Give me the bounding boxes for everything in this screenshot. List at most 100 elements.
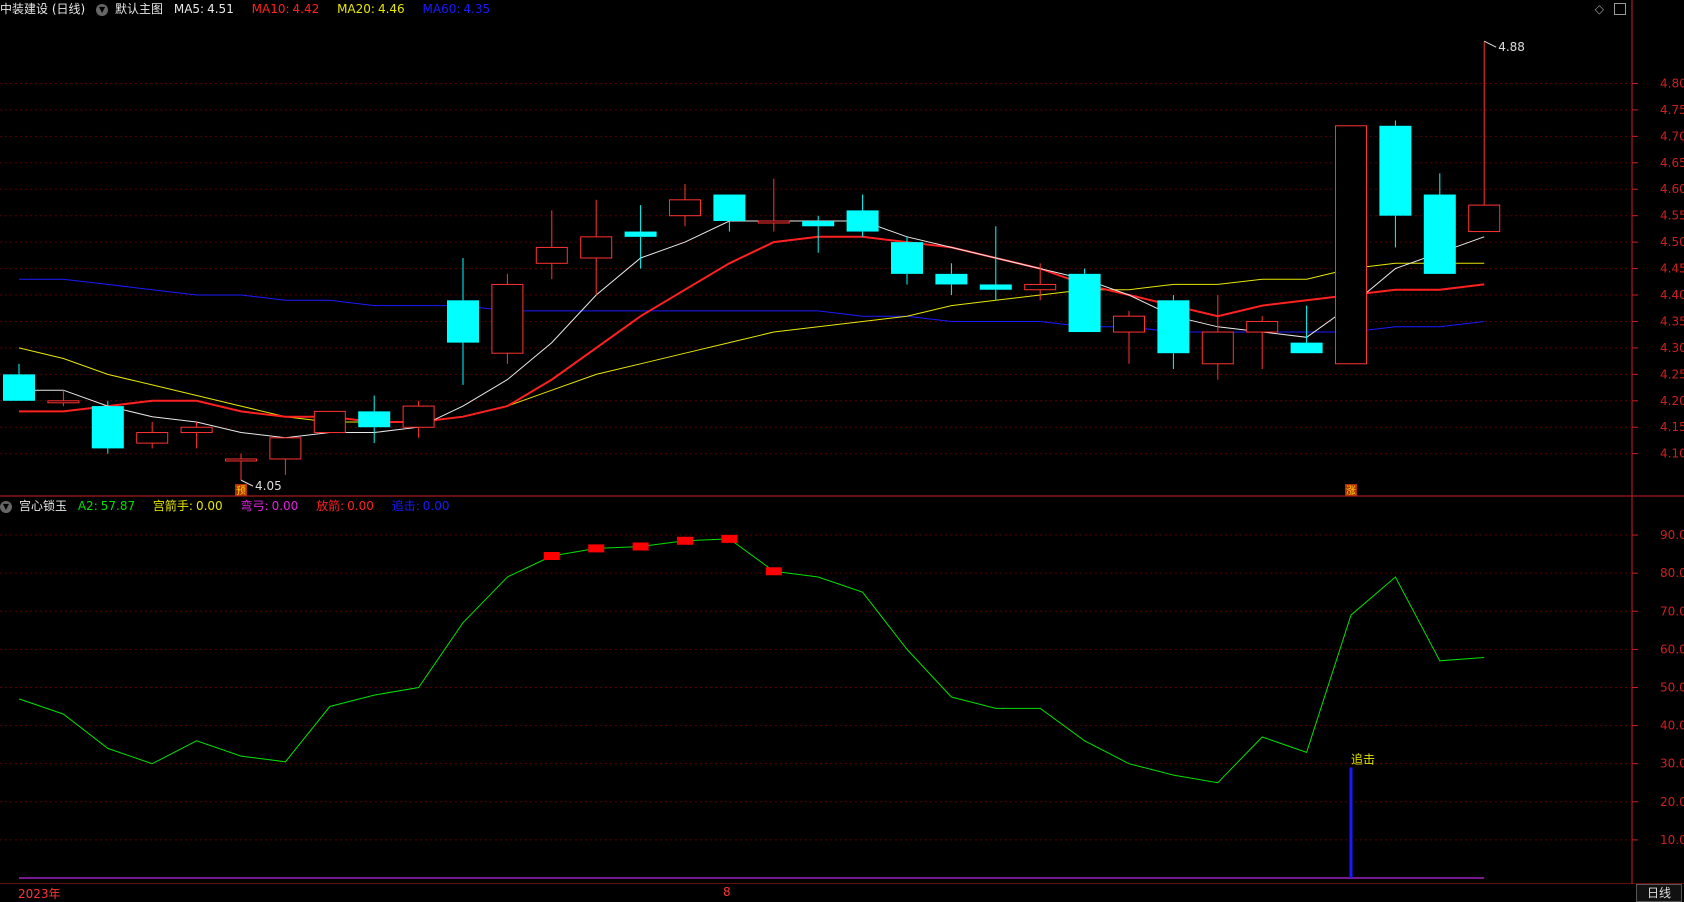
template-dropdown-icon[interactable]: ▼ [96, 3, 109, 16]
candle-body [358, 411, 391, 428]
candle-body [935, 273, 968, 285]
candle [313, 410, 346, 434]
signal-box [632, 542, 649, 551]
low-price-label: 4.05 [255, 479, 282, 493]
price-tick-label: 4.80 [1660, 76, 1684, 90]
signal-box [765, 567, 782, 576]
month-label: 8 [723, 885, 731, 899]
s2-label: 弯弓: [240, 499, 269, 513]
price-tick-label: 4.10 [1660, 447, 1684, 461]
indicator-tick-label: 90.00 [1660, 528, 1684, 542]
signal-box [677, 536, 693, 545]
candle-body [180, 426, 213, 434]
signal-box [588, 544, 605, 553]
candle-body [491, 283, 524, 354]
ma10-label: MA10: [251, 2, 290, 16]
indicator-header: ▼ 宫心锁玉 A2: 57.87 宫箭手: 0.00 弯弓: 0.00 放箭: 0.00 … [0, 497, 463, 515]
candle-body [313, 410, 346, 434]
year-label: 2023年 [18, 887, 61, 901]
time-axis: 2023年 8 [0, 884, 1684, 901]
candle-body [580, 236, 613, 259]
indicator-name[interactable]: 宫心锁玉 [19, 499, 67, 513]
ma60-label: MA60: [422, 2, 461, 16]
price-tick-label: 4.30 [1660, 341, 1684, 355]
ma20-value: 4.46 [377, 2, 405, 16]
candle-body [624, 231, 657, 237]
candle-body [447, 300, 479, 343]
price-tick-label: 4.55 [1660, 209, 1684, 223]
indicator-tick-label: 50.00 [1660, 680, 1684, 694]
candle-body [1379, 125, 1412, 216]
s4-label: 追击: [391, 499, 420, 513]
candle-body [136, 432, 169, 444]
s1-label: 宫箭手: [152, 499, 193, 513]
ma20-label: MA20: [337, 2, 375, 16]
s4-value: 0.00 [422, 499, 450, 513]
indicator-tick-label: 60.00 [1660, 642, 1684, 656]
s3-value: 0.00 [347, 499, 374, 513]
a2-label: A2: [77, 499, 98, 513]
ma5-label: MA5: [173, 2, 205, 16]
candle-body [269, 437, 302, 460]
candle-body [757, 220, 790, 224]
price-tick-label: 4.45 [1660, 262, 1684, 276]
candle-body [891, 242, 923, 274]
candle [1335, 125, 1367, 365]
price-tick-label: 4.65 [1660, 156, 1684, 170]
candle-body [979, 284, 1012, 290]
chase-bar-label: 追击 [1351, 751, 1375, 766]
price-tick-label: 4.75 [1660, 103, 1684, 117]
signal-marker-label: 预 [236, 485, 246, 497]
main-chart-header: 中装建设 (日线) ▼ 默认主图 MA5: 4.51 MA10: 4.42 MA20:… [0, 0, 504, 18]
price-tick-label: 4.50 [1660, 235, 1684, 249]
stock-title[interactable]: 中装建设 (日线) [0, 2, 85, 16]
indicator-tick-label: 30.00 [1660, 757, 1684, 771]
candle [491, 273, 524, 364]
background [0, 0, 1684, 900]
chart-canvas[interactable]: 4.80 4.75 4.70 4.65 4.60 4.55 4.50 4.45 4.40 4.35… [0, 0, 1684, 900]
candle-body [1068, 273, 1101, 333]
template-label[interactable]: 默认主图 [115, 2, 163, 16]
candle-body [1113, 315, 1145, 333]
candle-body [1423, 194, 1456, 274]
candle-body [535, 246, 568, 264]
candle-body [802, 220, 835, 227]
candle-body [1024, 283, 1057, 291]
candle [1068, 268, 1101, 333]
price-tick-label: 4.15 [1660, 420, 1684, 434]
candle-body [1290, 342, 1323, 354]
candle-body [669, 199, 701, 217]
candle-body [47, 400, 80, 404]
indicator-tick-label: 40.00 [1660, 719, 1684, 733]
candle-body [3, 374, 35, 401]
candle-body [1157, 300, 1190, 354]
ma60-value: 4.35 [463, 2, 491, 16]
candle-body [225, 458, 257, 462]
indicator-tick-label: 80.00 [1660, 566, 1684, 580]
candle-body [402, 405, 435, 428]
candle [91, 400, 124, 454]
s3-label: 放箭: [316, 499, 345, 513]
maximize-icon[interactable] [1614, 3, 1626, 15]
ma5-value: 4.51 [207, 2, 234, 16]
price-tick-label: 4.20 [1660, 394, 1684, 408]
s1-value: 0.00 [195, 499, 223, 513]
diamond-icon[interactable]: ◇ [1595, 2, 1604, 16]
indicator-dropdown-icon[interactable]: ▼ [0, 500, 12, 513]
period-button[interactable]: 日线 [1636, 884, 1682, 902]
candle-body [1246, 320, 1279, 333]
candle-body [1335, 125, 1367, 365]
price-tick-label: 4.60 [1660, 182, 1684, 196]
signal-marker-label: 涨 [1346, 485, 1356, 497]
price-tick-label: 4.40 [1660, 288, 1684, 302]
price-tick-label: 4.70 [1660, 129, 1684, 143]
candle-body [846, 210, 879, 232]
candle-body [1468, 204, 1501, 233]
price-tick-label: 4.35 [1660, 314, 1684, 328]
indicator-tick-label: 20.00 [1660, 795, 1684, 809]
candle-body [1201, 331, 1234, 365]
high-price-label: 4.88 [1498, 40, 1525, 54]
price-tick-label: 4.25 [1660, 367, 1684, 381]
indicator-tick-label: 70.00 [1660, 604, 1684, 618]
candle-body [91, 406, 124, 449]
